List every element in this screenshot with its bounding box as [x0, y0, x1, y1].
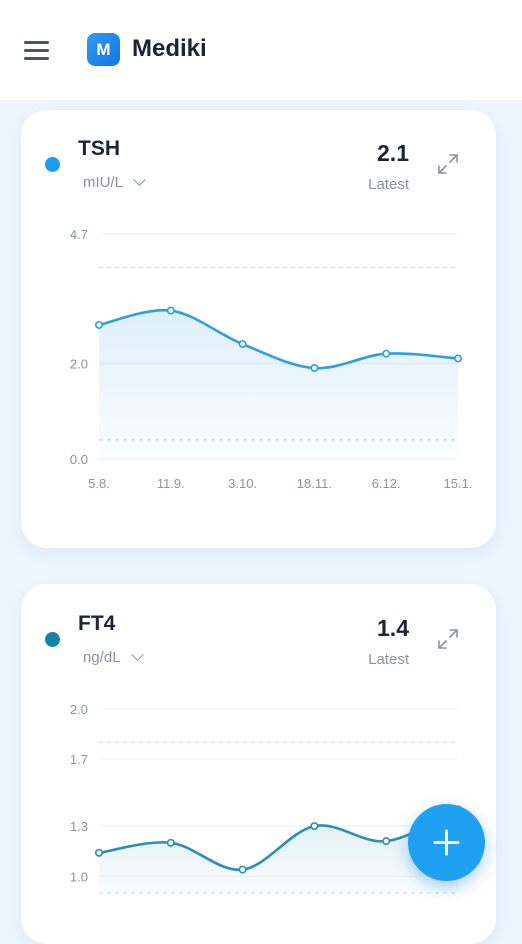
y-tick-label: 1.3: [70, 819, 88, 834]
app-title: Mediki: [132, 35, 207, 62]
y-tick-label: 1.7: [70, 752, 88, 767]
data-point: [310, 364, 319, 373]
x-tick-label: 18.11.: [297, 476, 332, 491]
series-area: [99, 809, 458, 893]
y-tick-label: 4.7: [70, 227, 88, 242]
add-button[interactable]: [408, 804, 485, 881]
app-logo: M: [87, 33, 120, 66]
y-tick-label: 1.0: [70, 869, 88, 884]
data-point: [238, 340, 247, 349]
series-area: [99, 310, 458, 459]
y-tick-label: 2.0: [70, 356, 88, 371]
app-bar: M Mediki: [0, 0, 522, 100]
data-point: [95, 848, 104, 857]
x-tick-label: 11.9.: [157, 476, 185, 491]
data-point: [95, 320, 104, 329]
ft4-chart: 2.0 1.7 1.3 1.0: [70, 702, 462, 894]
x-tick-label: 5.8.: [88, 476, 110, 491]
y-tick-label: 0.0: [70, 452, 88, 467]
x-tick-label: 6.12.: [372, 476, 401, 491]
ft4-card[interactable]: FT4 ng/dL 1.4 Latest 2.0 1.7 1.3 1.0: [21, 584, 496, 944]
data-point: [382, 837, 391, 846]
data-point: [310, 822, 319, 831]
menu-icon[interactable]: [24, 39, 50, 61]
data-point: [453, 354, 462, 363]
data-point: [382, 349, 391, 358]
tsh-chart: 4.7 2.0 0.05.8. 11.9. 3.10. 18.11. 6.12. 15.1.: [70, 227, 473, 491]
tsh-card[interactable]: TSH mIU/L 2.1 Latest 4.7 2.0 0.0 5.8. 11.9. 3…: [21, 110, 496, 548]
plus-icon: [433, 829, 460, 856]
data-point: [166, 838, 175, 847]
y-tick-label: 2.0: [70, 702, 88, 717]
data-point: [166, 306, 175, 315]
x-tick-label: 3.10.: [228, 476, 257, 491]
data-point: [238, 865, 247, 874]
x-tick-label: 15.1.: [444, 476, 473, 491]
